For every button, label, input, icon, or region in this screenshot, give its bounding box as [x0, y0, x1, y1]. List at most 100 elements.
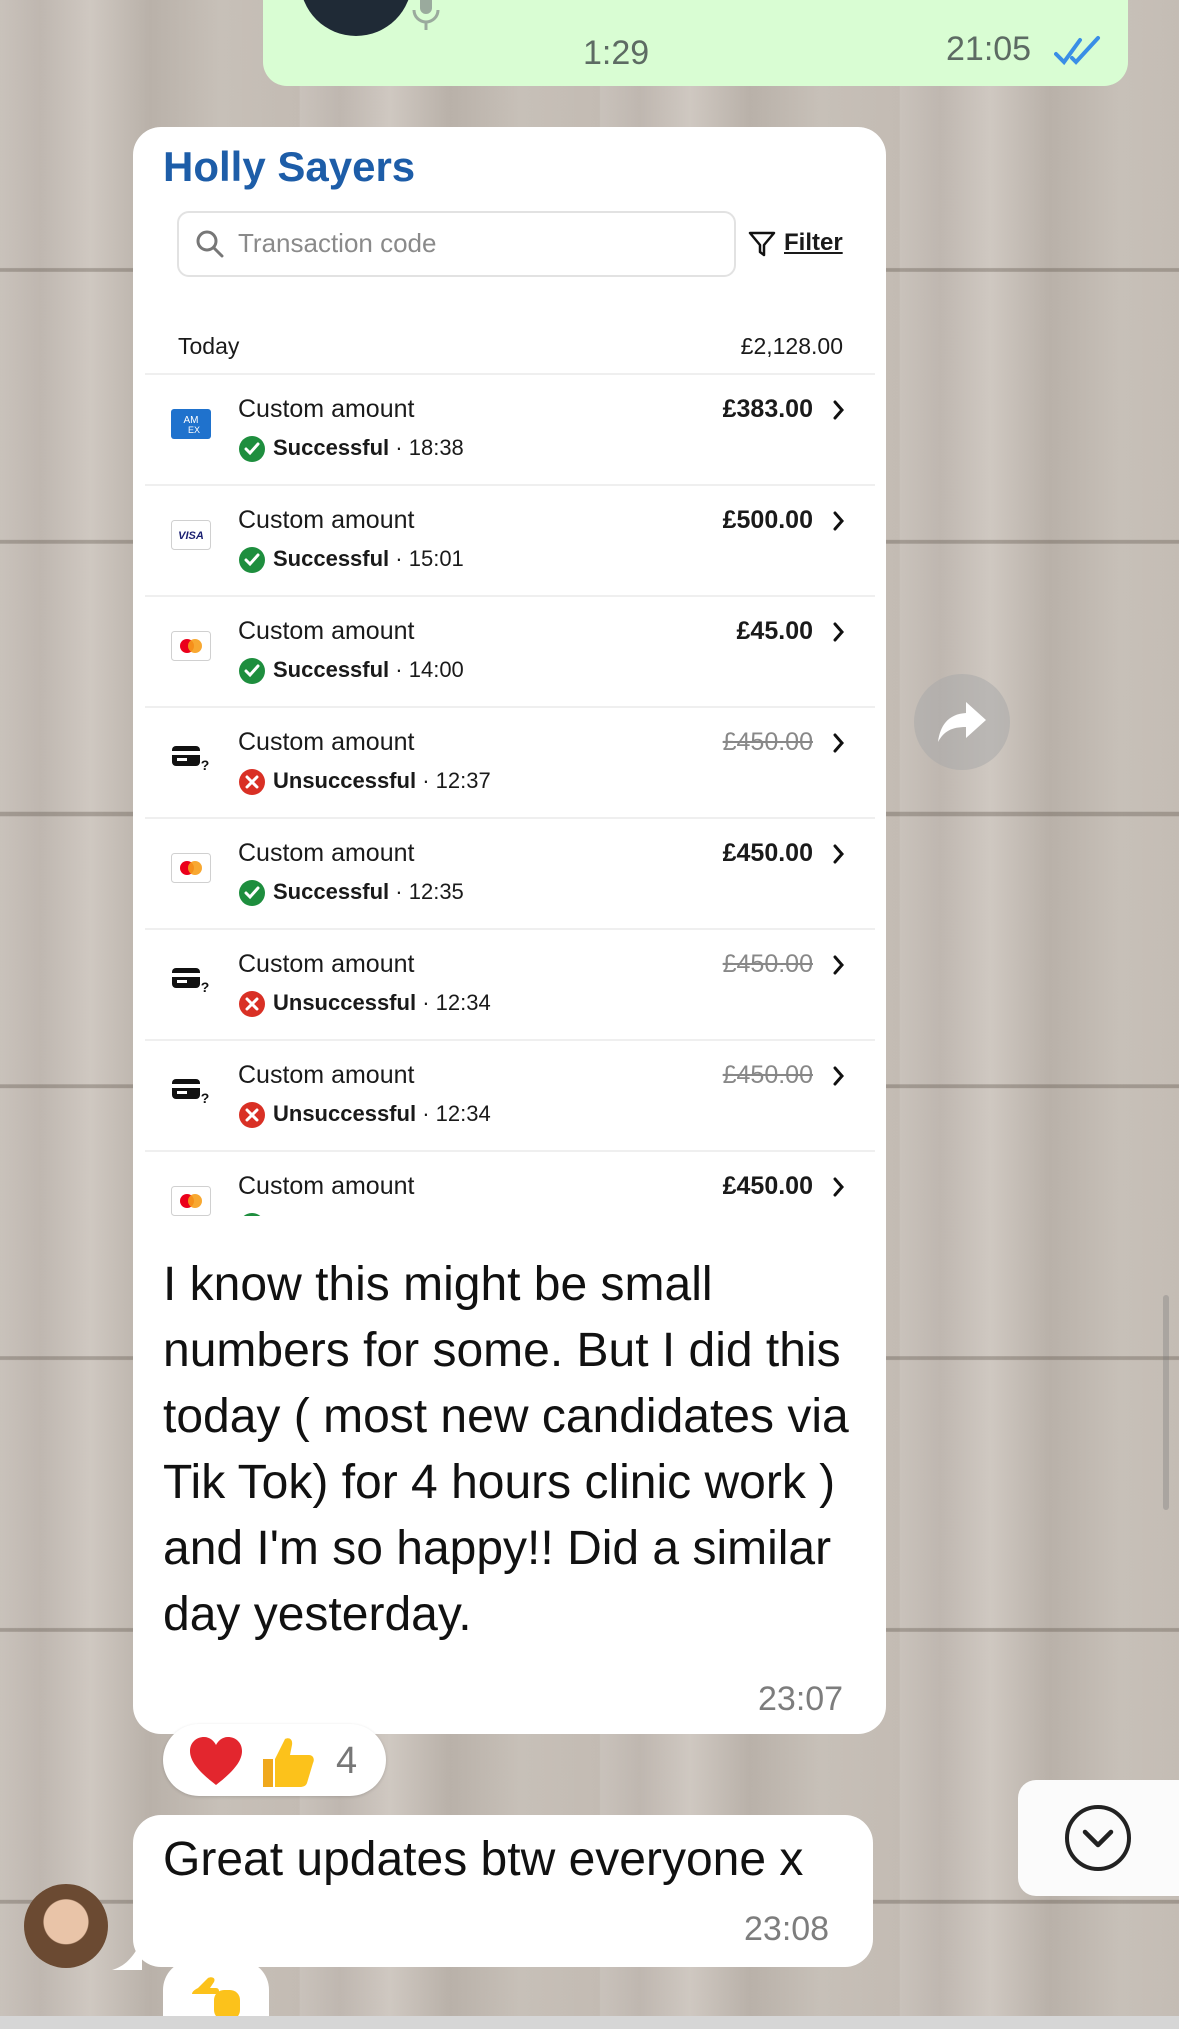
transaction-name: Custom amount — [238, 395, 415, 423]
check-circle-icon — [238, 657, 266, 685]
svg-text:EX: EX — [188, 425, 200, 435]
unknown-card-icon: ? — [171, 964, 211, 995]
mastercard-icon — [171, 631, 211, 661]
amex-icon: AM EX — [171, 409, 211, 439]
check-circle-icon — [238, 879, 266, 907]
mastercard-icon — [171, 853, 211, 883]
transaction-row: ? Custom amount Unsuccessful · 12:37 £450.0… — [145, 706, 875, 816]
transaction-status: Successful · 18:38 — [273, 435, 464, 461]
transaction-name: Custom amount — [238, 506, 415, 534]
transaction-amount: £450.00 — [722, 1061, 813, 1089]
transaction-status: Unsuccessful · 12:34 — [273, 990, 491, 1016]
transaction-row: VISA Custom amount Successful · 15:01 £500.… — [145, 484, 875, 594]
status-label: Unsuccessful — [273, 768, 417, 793]
visa-icon: VISA — [171, 520, 211, 550]
day-group-total: £2,128.00 — [740, 333, 843, 359]
thumbs-up-icon — [263, 1738, 314, 1787]
message-2-time: 23:08 — [744, 1910, 830, 1948]
status-label: Unsuccessful — [273, 990, 417, 1015]
transaction-row: AM EX Custom amount Successful · 18:38 £383.… — [145, 373, 875, 483]
mastercard-icon — [171, 1186, 211, 1216]
chevron-right-icon — [831, 1174, 847, 1200]
transaction-name: Custom amount — [238, 728, 415, 756]
chevron-right-icon — [831, 619, 847, 645]
status-label: Successful — [273, 435, 390, 460]
filter-link: Filter — [784, 229, 843, 256]
chevron-down-circle-icon — [1065, 1805, 1131, 1871]
status-label: Unsuccessful — [273, 1101, 417, 1126]
chevron-right-icon — [831, 1063, 847, 1089]
transaction-time: · 12:34 — [422, 990, 491, 1015]
check-circle-icon — [238, 435, 266, 463]
transaction-name: Custom amount — [238, 839, 415, 867]
transaction-name: Custom amount — [238, 950, 415, 978]
double-check-icon — [1054, 36, 1100, 66]
svg-text:?: ? — [201, 757, 210, 772]
transaction-status: Successful · 14:00 — [273, 657, 464, 683]
transaction-status: Successful · 12:35 — [273, 879, 464, 905]
mic-icon — [412, 0, 440, 30]
transaction-amount: £450.00 — [722, 1172, 813, 1200]
sender-name[interactable]: Holly Sayers — [163, 143, 415, 191]
transaction-time: · 15:01 — [395, 546, 464, 571]
voice-duration: 1:29 — [583, 34, 650, 72]
svg-text:VISA: VISA — [178, 530, 204, 542]
svg-text:?: ? — [201, 1090, 210, 1105]
chevron-right-icon — [831, 397, 847, 423]
transaction-row: ? Custom amount Unsuccessful · 12:34 £450.0… — [145, 1039, 875, 1149]
transaction-status: Successful · 15:01 — [273, 546, 464, 572]
transaction-amount: £450.00 — [722, 950, 813, 978]
heart-icon — [190, 1737, 242, 1785]
status-label: Successful — [273, 546, 390, 571]
message-text: I know this might be small numbers for s… — [163, 1258, 849, 1641]
forward-icon — [938, 702, 986, 742]
svg-text:?: ? — [201, 979, 210, 994]
transaction-time: · 18:38 — [395, 435, 464, 460]
check-circle-icon — [238, 546, 266, 574]
message-2-text: Great updates btw everyone x — [163, 1833, 804, 1886]
transaction-status: Unsuccessful · 12:37 — [273, 768, 491, 794]
status-label: Successful — [273, 657, 390, 682]
transaction-row: Custom amount Successful · 14:00 £45.00 — [145, 595, 875, 705]
reaction-count: 4 — [336, 1740, 358, 1782]
check-circle-icon — [238, 1212, 266, 1216]
chevron-right-icon — [831, 841, 847, 867]
filter-icon — [748, 231, 776, 257]
transaction-amount: £45.00 — [736, 617, 813, 645]
transaction-time: · 12:37 — [422, 768, 491, 793]
status-label: Successful — [273, 1212, 389, 1216]
transaction-time: · 12:35 — [395, 879, 464, 904]
transaction-amount: £383.00 — [722, 395, 813, 423]
transaction-name: Custom amount — [238, 617, 415, 645]
day-group-label: Today — [178, 333, 240, 359]
avatar[interactable] — [24, 1884, 108, 1968]
transaction-amount: £500.00 — [722, 506, 813, 534]
message-time: 23:07 — [758, 1680, 844, 1718]
transaction-row: ? Custom amount Unsuccessful · 12:34 £450.0… — [145, 928, 875, 1038]
x-circle-icon — [238, 1101, 266, 1129]
unknown-card-icon: ? — [171, 742, 211, 773]
status-label: Successful — [273, 879, 390, 904]
bottom-bar — [0, 2016, 1179, 2029]
x-circle-icon — [238, 990, 266, 1018]
transaction-row: Custom amount Successful · 12:35 £450.00 — [145, 817, 875, 927]
transaction-amount: £450.00 — [722, 839, 813, 867]
transaction-status: Successful · 11:13 — [273, 1212, 462, 1216]
search-placeholder: Transaction code — [238, 228, 437, 258]
transaction-time: · 12:34 — [422, 1101, 491, 1126]
transaction-name: Custom amount — [238, 1061, 415, 1089]
transaction-time: · 14:00 — [395, 657, 464, 682]
voice-message-time: 21:05 — [946, 30, 1032, 68]
bubble-tail — [112, 1940, 142, 1970]
chevron-right-icon — [831, 730, 847, 756]
transaction-row: Custom amount Successful · 11:13 £450.00 — [145, 1150, 875, 1216]
chevron-right-icon — [831, 952, 847, 978]
pointing-hand-icon — [192, 1977, 240, 2020]
transaction-name: Custom amount — [238, 1172, 415, 1200]
x-circle-icon — [238, 768, 266, 796]
search-icon — [196, 230, 224, 258]
chevron-right-icon — [831, 508, 847, 534]
transaction-amount: £450.00 — [722, 728, 813, 756]
transaction-status: Unsuccessful · 12:34 — [273, 1101, 491, 1127]
scrollbar[interactable] — [1163, 1295, 1169, 1510]
